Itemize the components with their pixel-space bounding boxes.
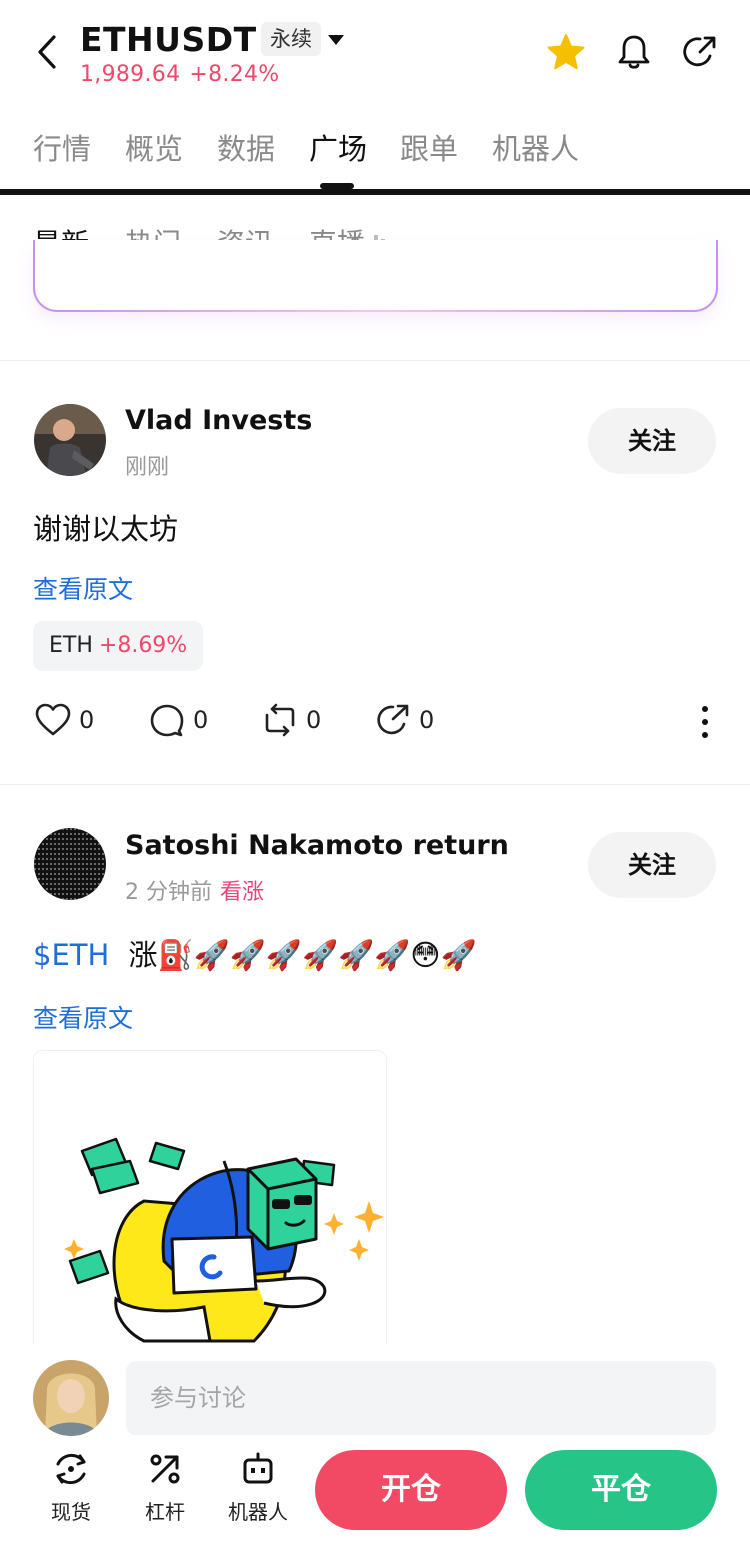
caret-down-icon (328, 35, 344, 45)
avatar[interactable] (34, 828, 106, 900)
nav-spot-label: 现货 (51, 1500, 91, 1524)
post-meta: 2 分钟前 看涨 (125, 874, 264, 906)
post-text-line: $ETH 涨⛽️🚀🚀🚀🚀🚀🚀😳🚀 (33, 932, 477, 974)
like-button[interactable]: 0 (35, 703, 94, 737)
post-image[interactable] (33, 1050, 387, 1350)
comment-button[interactable]: 0 (149, 703, 208, 737)
back-button[interactable] (30, 32, 66, 72)
symbol-dropdown[interactable] (326, 33, 346, 47)
nav-leverage-label: 杠杆 (145, 1500, 185, 1524)
favorite-button[interactable] (546, 32, 586, 72)
post-author[interactable]: Vlad Invests (125, 405, 312, 436)
post-text[interactable]: 涨⛽️🚀🚀🚀🚀🚀🚀😳🚀 (129, 938, 477, 972)
alert-button[interactable] (614, 32, 654, 72)
post-divider (0, 784, 750, 785)
view-original-link[interactable]: 查看原文 (33, 999, 133, 1035)
nav-spot[interactable]: 现货 (31, 1450, 111, 1525)
close-position-button[interactable]: 平仓 (525, 1450, 717, 1530)
comment-icon (150, 704, 184, 737)
post-text[interactable]: 谢谢以太坊 (33, 506, 178, 548)
sentiment-tag: 看涨 (220, 880, 265, 905)
ticker-name: ETH (49, 633, 93, 658)
comment-count: 0 (193, 706, 209, 734)
matrix-avatar (34, 828, 106, 900)
nav-leverage[interactable]: 杠杆 (125, 1450, 205, 1525)
more-options-button[interactable] (697, 704, 713, 740)
tabs-divider (0, 189, 750, 195)
ticker-change: +8.69% (98, 633, 188, 658)
user-avatar-photo (34, 404, 106, 476)
share-icon (377, 704, 409, 735)
repost-icon (265, 703, 295, 737)
promo-banner[interactable] (33, 240, 718, 312)
mascot-illustration (64, 1137, 384, 1343)
post-author[interactable]: Satoshi Nakamoto return (125, 830, 509, 861)
share-post-button[interactable]: 0 (375, 703, 434, 737)
share-button[interactable] (680, 32, 720, 72)
price-line: 1,989.64 +8.24% (80, 62, 280, 87)
last-price: 1,989.64 (80, 62, 181, 87)
post-time: 刚刚 (125, 455, 170, 480)
contract-type-badge: 永续 (261, 22, 321, 56)
repost-button[interactable]: 0 (262, 703, 321, 737)
spot-icon (56, 1453, 86, 1485)
follow-button[interactable]: 关注 (588, 408, 716, 474)
open-position-button[interactable]: 开仓 (315, 1450, 507, 1530)
cashtag-link[interactable]: $ETH (33, 938, 109, 972)
share-count: 0 (419, 706, 435, 734)
tab-overview[interactable]: 概览 (125, 126, 183, 168)
chevron-left-icon (38, 35, 56, 69)
repost-count: 0 (306, 706, 322, 734)
price-change: +8.24% (189, 62, 280, 87)
my-avatar[interactable] (33, 1360, 109, 1436)
section-divider (0, 360, 750, 361)
symbol-title[interactable]: ETHUSDT (80, 20, 257, 59)
share-icon (683, 36, 716, 67)
follow-button[interactable]: 关注 (588, 832, 716, 898)
discussion-input[interactable] (126, 1361, 716, 1435)
tab-square[interactable]: 广场 (309, 126, 367, 168)
star-icon (547, 34, 585, 70)
tab-market[interactable]: 行情 (33, 126, 91, 168)
view-original-link[interactable]: 查看原文 (33, 570, 133, 606)
leverage-icon (150, 1454, 180, 1484)
heart-icon (35, 703, 71, 736)
nav-robot[interactable]: 机器人 (218, 1450, 298, 1525)
tab-copy-trading[interactable]: 跟单 (400, 126, 458, 168)
ticker-chip[interactable]: ETH +8.69% (33, 621, 204, 671)
bell-icon (618, 35, 650, 69)
nav-robot-label: 机器人 (228, 1500, 288, 1524)
user-avatar-photo (33, 1360, 109, 1436)
more-vertical-icon (702, 706, 708, 738)
main-tabs: 行情 概览 数据 广场 跟单 机器人 (0, 126, 750, 172)
robot-icon (243, 1452, 273, 1484)
tab-data[interactable]: 数据 (217, 126, 275, 168)
avatar[interactable] (34, 404, 106, 476)
like-count: 0 (79, 706, 95, 734)
post-time: 2 分钟前 (125, 880, 212, 905)
tab-bots[interactable]: 机器人 (492, 126, 579, 168)
